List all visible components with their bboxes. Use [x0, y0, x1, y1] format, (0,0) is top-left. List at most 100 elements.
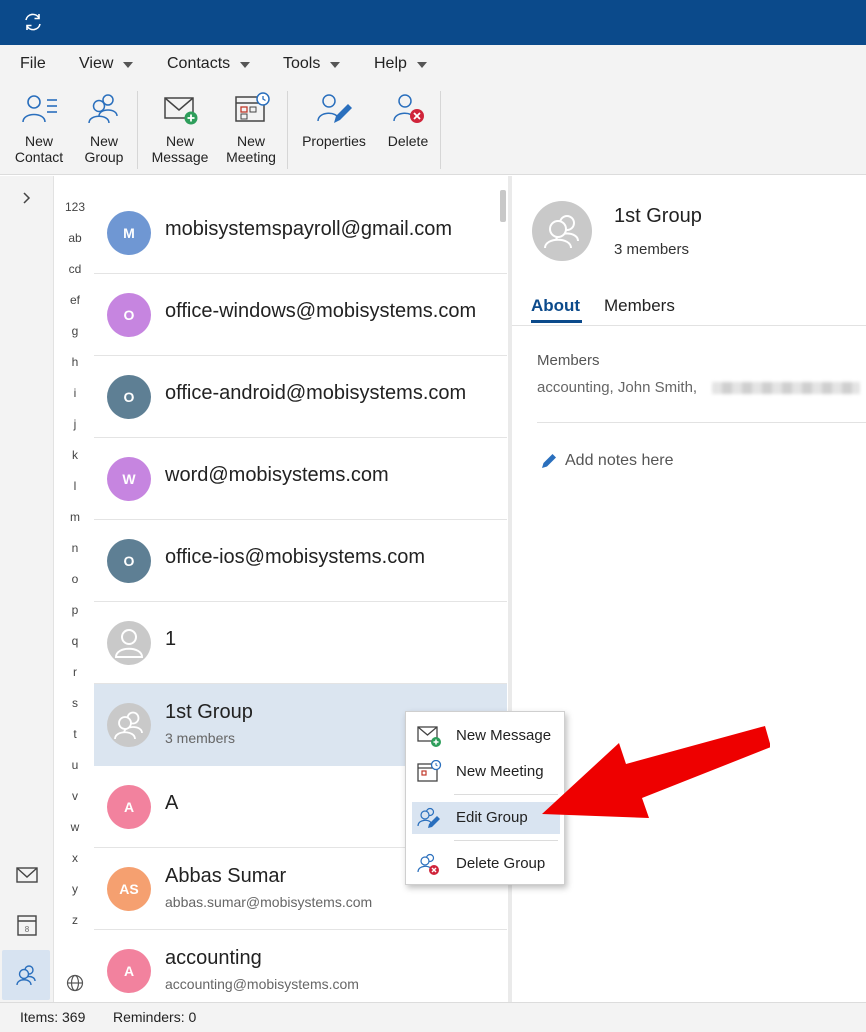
- alphabet-letter-k[interactable]: k: [54, 448, 96, 462]
- alphabet-letter-y[interactable]: y: [54, 882, 96, 896]
- group-title: 1st Group: [614, 205, 702, 227]
- mail-icon[interactable]: [14, 862, 40, 888]
- new-message-icon: [164, 97, 198, 125]
- chevron-right-icon[interactable]: [18, 190, 34, 206]
- avatar: A: [107, 785, 151, 829]
- avatar: W: [107, 457, 151, 501]
- menu-tools[interactable]: Tools: [283, 55, 341, 73]
- items-count: Items: 369: [20, 1009, 86, 1025]
- new-contact-icon: [22, 95, 57, 123]
- contact-row[interactable]: Ooffice-ios@mobisystems.com: [94, 520, 507, 602]
- status-bar: Items: 369 Reminders: 0: [0, 1002, 866, 1032]
- members-label: Members: [537, 352, 600, 369]
- contact-row[interactable]: Wword@mobisystems.com: [94, 438, 507, 520]
- navigation-rail: 8: [0, 176, 54, 1002]
- alphabet-letter-q[interactable]: q: [54, 634, 96, 648]
- add-notes-link[interactable]: Add notes here: [565, 452, 674, 470]
- alphabet-letter-r[interactable]: r: [54, 665, 96, 679]
- new-contact-button[interactable]: New Contact: [10, 91, 68, 165]
- alphabet-letter-w[interactable]: w: [54, 820, 96, 834]
- ribbon-separator: [440, 91, 441, 169]
- sync-icon[interactable]: [22, 11, 44, 33]
- svg-text:8: 8: [25, 925, 30, 934]
- contact-name: Abbas Sumar: [165, 865, 287, 887]
- alphabet-letter-s[interactable]: s: [54, 696, 96, 710]
- contact-row[interactable]: Ooffice-android@mobisystems.com: [94, 356, 507, 438]
- contact-name: mobisystemspayroll@gmail.com: [165, 218, 453, 240]
- group-icon: [114, 711, 143, 740]
- menu-file[interactable]: File: [20, 55, 46, 73]
- avatar: O: [107, 293, 151, 337]
- edit-group-icon: [417, 807, 440, 828]
- alphabet-letter-v[interactable]: v: [54, 789, 96, 803]
- alphabet-letter-ab[interactable]: ab: [54, 231, 96, 245]
- alphabet-letter-cd[interactable]: cd: [54, 262, 96, 276]
- alphabet-letter-u[interactable]: u: [54, 758, 96, 772]
- tab-members[interactable]: Members: [604, 296, 675, 316]
- avatar: M: [107, 211, 151, 255]
- ribbon-separator: [287, 91, 288, 169]
- blurred-member-name: [712, 382, 860, 394]
- alphabet-letter-h[interactable]: h: [54, 355, 96, 369]
- menu-item-delete-group[interactable]: Delete Group: [412, 848, 560, 880]
- menu-view[interactable]: View: [79, 55, 134, 73]
- member-count: 3 members: [614, 241, 690, 258]
- avatar: [107, 621, 151, 665]
- menu-bar: File View Contacts Tools Help: [0, 45, 866, 83]
- avatar: O: [107, 539, 151, 583]
- group-avatar: [532, 201, 592, 261]
- contact-name: 1: [165, 628, 177, 650]
- contact-row[interactable]: Aaccounting accounting@mobisystems.com: [94, 930, 507, 1002]
- alphabet-letter-t[interactable]: t: [54, 727, 96, 741]
- alphabet-letter-g[interactable]: g: [54, 324, 96, 338]
- globe-icon[interactable]: [66, 974, 84, 992]
- ribbon-toolbar: New Contact New Group New Message New Me…: [0, 83, 866, 175]
- new-message-icon: [417, 726, 441, 747]
- chevron-down-icon: [123, 62, 134, 68]
- alphabet-letter-i[interactable]: i: [54, 386, 96, 400]
- alphabet-letter-j[interactable]: j: [54, 417, 96, 431]
- alphabet-letter-x[interactable]: x: [54, 851, 96, 865]
- contact-row[interactable]: Mmobisystemspayroll@gmail.com: [94, 192, 507, 274]
- alphabet-index: 123 ab cd ef g h i j k l m n o p q r s t u v w x y z: [54, 176, 94, 1002]
- new-meeting-icon: [417, 760, 442, 782]
- new-message-button[interactable]: New Message: [150, 91, 210, 165]
- contact-name: accounting: [165, 947, 262, 969]
- menu-contacts[interactable]: Contacts: [167, 55, 251, 73]
- alphabet-letter-n[interactable]: n: [54, 541, 96, 555]
- contact-row[interactable]: Ooffice-windows@mobisystems.com: [94, 274, 507, 356]
- menu-item-new-meeting[interactable]: New Meeting: [412, 756, 560, 788]
- alphabet-letter-m[interactable]: m: [54, 510, 96, 524]
- alphabet-letter-l[interactable]: l: [54, 479, 96, 493]
- reminders-count: Reminders: 0: [113, 1009, 197, 1025]
- alphabet-letter-123[interactable]: 123: [54, 200, 96, 214]
- avatar: O: [107, 375, 151, 419]
- menu-item-new-message[interactable]: New Message: [412, 720, 560, 752]
- new-meeting-button[interactable]: New Meeting: [222, 91, 280, 165]
- chevron-down-icon: [330, 62, 341, 68]
- people-nav-button[interactable]: [2, 950, 50, 1000]
- alphabet-letter-ef[interactable]: ef: [54, 293, 96, 307]
- tab-about[interactable]: About: [531, 296, 580, 316]
- title-bar: [0, 0, 866, 45]
- contact-subtitle: accounting@mobisystems.com: [165, 976, 359, 992]
- alphabet-letter-p[interactable]: p: [54, 603, 96, 617]
- properties-button[interactable]: Properties: [298, 91, 370, 149]
- active-tab-indicator: [531, 320, 582, 323]
- delete-button[interactable]: Delete: [382, 91, 434, 149]
- contact-name: 1st Group: [165, 701, 253, 723]
- list-scrollbar[interactable]: [500, 190, 506, 222]
- alphabet-letter-o[interactable]: o: [54, 572, 96, 586]
- alphabet-letter-z[interactable]: z: [54, 913, 96, 927]
- contact-name: office-windows@mobisystems.com: [165, 300, 477, 322]
- avatar: [107, 703, 151, 747]
- contact-row[interactable]: 1: [94, 602, 507, 684]
- group-icon: [544, 215, 579, 249]
- new-meeting-icon: [235, 92, 270, 122]
- new-group-button[interactable]: New Group: [80, 91, 128, 165]
- calendar-icon[interactable]: 8: [14, 912, 40, 938]
- menu-item-edit-group[interactable]: Edit Group: [412, 802, 560, 834]
- pencil-icon: [542, 454, 556, 468]
- menu-help[interactable]: Help: [374, 55, 427, 73]
- delete-contact-icon: [393, 94, 424, 123]
